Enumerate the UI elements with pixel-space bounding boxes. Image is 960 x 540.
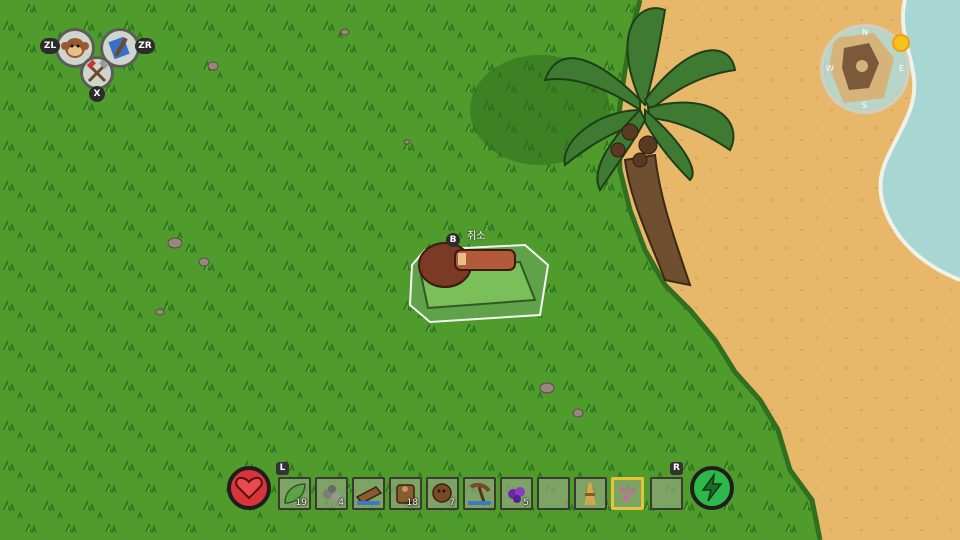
pickaxe-icon bbox=[468, 482, 491, 506]
wheat-bundle-icon bbox=[584, 482, 596, 506]
slot-count: 18 bbox=[406, 498, 418, 508]
energy-button[interactable] bbox=[690, 466, 734, 510]
minimap-south-label: S bbox=[862, 101, 868, 110]
l-shoulder-button[interactable]: L bbox=[276, 462, 289, 475]
heart-icon bbox=[235, 476, 263, 500]
hotbar-slot-5[interactable]: 7 bbox=[426, 477, 459, 510]
lightning-icon bbox=[701, 472, 723, 502]
slot-count: 7 bbox=[449, 498, 455, 508]
zr-button[interactable]: ZR bbox=[135, 38, 155, 54]
pink-flowers-icon bbox=[620, 487, 634, 501]
hotbar-slot-4[interactable]: 18 bbox=[389, 477, 422, 510]
wooden-plank-icon bbox=[355, 486, 383, 505]
hotbar-slot-11[interactable] bbox=[650, 477, 683, 510]
zl-button[interactable]: ZL bbox=[40, 38, 60, 54]
minimap-east-label: E bbox=[898, 64, 904, 73]
hotbar-slot-7[interactable]: 5 bbox=[500, 477, 533, 510]
slot-count: 5 bbox=[523, 498, 529, 508]
sun-icon bbox=[894, 36, 908, 50]
x-button[interactable]: X bbox=[89, 86, 105, 102]
r-shoulder-button[interactable]: R bbox=[670, 462, 683, 475]
crossed-tools-icon bbox=[86, 59, 109, 83]
top-left-tool-hud: ZL ZR X bbox=[40, 24, 160, 104]
player-character-on-bed bbox=[408, 242, 550, 324]
hotbar-slot-1[interactable]: 19 bbox=[278, 477, 311, 510]
health-button[interactable] bbox=[227, 466, 271, 510]
minimap-west-label: W bbox=[826, 64, 834, 73]
hotbar-slot-2[interactable]: 4 bbox=[315, 477, 348, 510]
hotbar-slot-8[interactable] bbox=[537, 477, 570, 510]
cancel-prompt-text: 취소 bbox=[467, 231, 486, 242]
hotbar-slot-9[interactable] bbox=[574, 477, 607, 510]
b-button[interactable]: B bbox=[446, 233, 460, 247]
crafting-button[interactable] bbox=[80, 56, 114, 90]
hotbar-slot-6[interactable] bbox=[463, 477, 496, 510]
hotbar-slot-10[interactable] bbox=[611, 477, 644, 510]
action-prompt: B 취소 bbox=[446, 227, 486, 247]
minimap-north-label: N bbox=[862, 28, 868, 37]
hotbar-slot-3[interactable] bbox=[352, 477, 385, 510]
slot-count: 19 bbox=[295, 498, 307, 508]
slot-count: 4 bbox=[338, 498, 344, 508]
